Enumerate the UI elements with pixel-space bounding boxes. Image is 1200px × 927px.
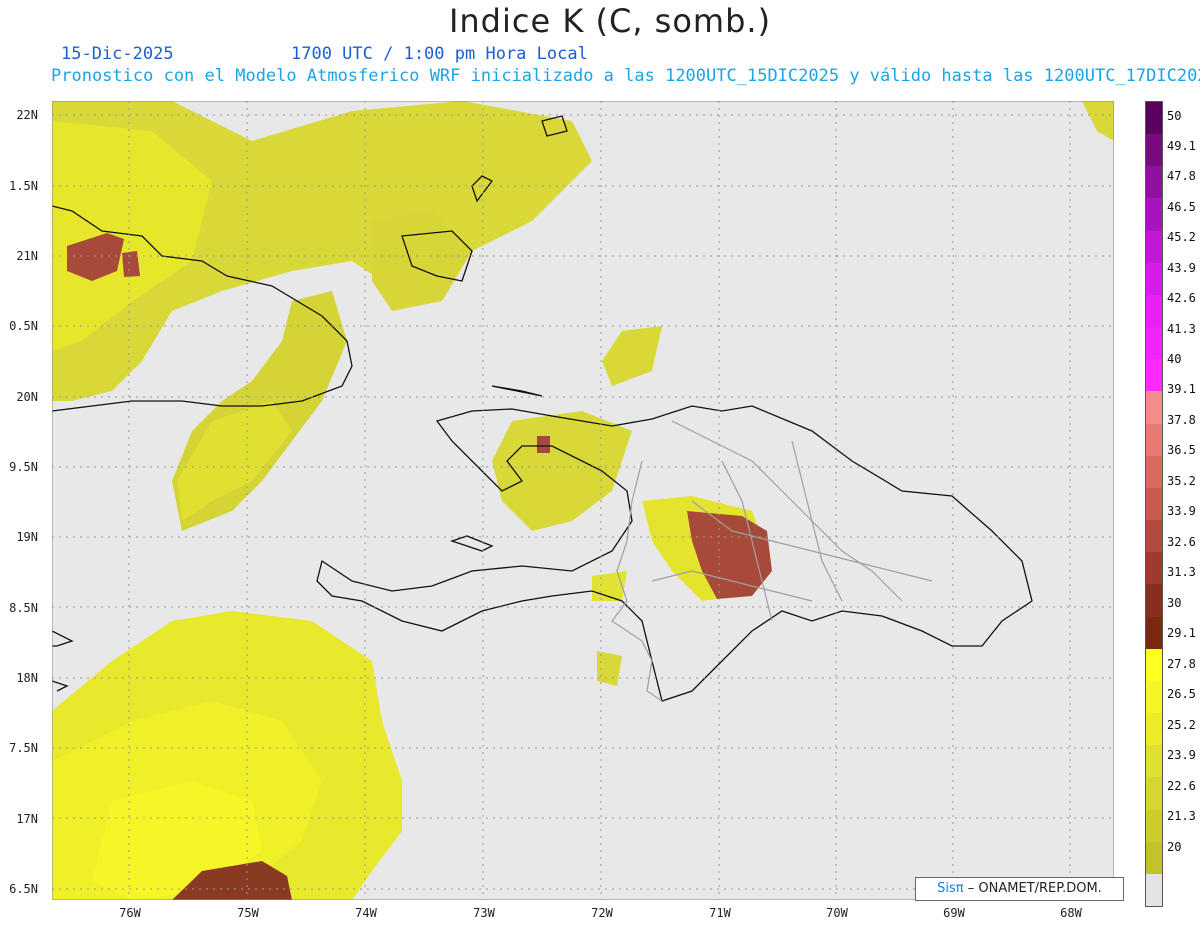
lat-label: 6.5N (9, 882, 38, 896)
color-scale-swatch (1146, 552, 1162, 585)
lon-label: 76W (119, 906, 141, 920)
color-scale-swatch (1146, 262, 1162, 296)
color-scale-value: 39.1 (1167, 382, 1196, 396)
color-scale-value: 43.9 (1167, 261, 1196, 275)
color-scale-swatch (1146, 294, 1162, 328)
color-scale-swatch (1146, 648, 1162, 682)
lon-label: 68W (1060, 906, 1082, 920)
k-index-map (52, 101, 1114, 900)
color-scale-value: 27.8 (1167, 657, 1196, 671)
lon-label: 72W (591, 906, 613, 920)
color-scale-value: 22.6 (1167, 779, 1196, 793)
lat-label: 19N (16, 530, 38, 544)
color-scale-value: 50 (1167, 109, 1182, 123)
color-scale-swatch (1146, 102, 1162, 135)
lat-label: 0.5N (9, 319, 38, 333)
credit-brand: Sisπ (937, 881, 964, 896)
lon-label: 75W (237, 906, 259, 920)
color-scale-swatch (1146, 134, 1162, 167)
forecast-time: 1700 UTC / 1:00 pm Hora Local (291, 44, 588, 64)
color-scale-swatch (1146, 423, 1162, 457)
color-scale-swatch (1146, 584, 1162, 618)
lon-label: 73W (473, 906, 495, 920)
color-scale-swatch (1146, 359, 1162, 392)
color-scale-value: 25.2 (1167, 718, 1196, 732)
forecast-date: 15-Dic-2025 (61, 44, 174, 64)
color-scale-swatch (1146, 198, 1162, 232)
lat-label: 21N (16, 249, 38, 263)
model-description: Pronostico con el Modelo Atmosferico WRF… (51, 66, 1200, 86)
color-scale-value: 45.2 (1167, 230, 1196, 244)
lon-label: 70W (826, 906, 848, 920)
lat-label: 22N (16, 108, 38, 122)
color-scale-swatch (1146, 841, 1162, 875)
color-scale-value: 41.3 (1167, 322, 1196, 336)
color-scale-swatch (1146, 680, 1162, 714)
lon-label: 69W (943, 906, 965, 920)
credit-box: Sisπ – ONAMET/REP.DOM. (915, 877, 1124, 901)
lon-label: 74W (355, 906, 377, 920)
color-scale-value: 29.1 (1167, 626, 1196, 640)
color-scale-swatch (1146, 230, 1162, 264)
color-scale-swatch (1146, 520, 1162, 553)
color-scale-swatch (1146, 487, 1162, 521)
color-scale-swatch (1146, 745, 1162, 778)
lat-label: 7.5N (9, 741, 38, 755)
color-scale-swatch (1146, 391, 1162, 425)
color-scale-value: 47.8 (1167, 169, 1196, 183)
color-scale-value: 36.5 (1167, 443, 1196, 457)
lat-label: 18N (16, 671, 38, 685)
map-title: Indice K (C, somb.) (448, 2, 772, 40)
color-scale-swatch (1146, 873, 1162, 907)
color-scale-value: 20 (1167, 840, 1182, 854)
color-scale-value: 30 (1167, 596, 1182, 610)
color-scale-swatch (1146, 777, 1162, 811)
lat-label: 20N (16, 390, 38, 404)
color-scale-value: 37.8 (1167, 413, 1196, 427)
color-scale-swatch (1146, 455, 1162, 489)
color-scale-swatch (1146, 713, 1162, 746)
color-scale-value: 31.3 (1167, 565, 1196, 579)
color-scale-bar (1145, 101, 1163, 907)
color-scale-value: 46.5 (1167, 200, 1196, 214)
lon-label: 71W (709, 906, 731, 920)
color-scale-value: 42.6 (1167, 291, 1196, 305)
color-scale-swatch (1146, 166, 1162, 199)
lat-label: 17N (16, 812, 38, 826)
color-scale-swatch (1146, 809, 1162, 843)
color-scale-value: 35.2 (1167, 474, 1196, 488)
color-scale-value: 32.6 (1167, 535, 1196, 549)
lat-label: 9.5N (9, 460, 38, 474)
color-scale-value: 23.9 (1167, 748, 1196, 762)
color-scale-value: 33.9 (1167, 504, 1196, 518)
color-scale-value: 40 (1167, 352, 1182, 366)
color-scale-value: 21.3 (1167, 809, 1196, 823)
lat-label: 1.5N (9, 179, 38, 193)
credit-text: – ONAMET/REP.DOM. (967, 881, 1102, 896)
color-scale-swatch (1146, 616, 1162, 650)
color-scale-value: 26.5 (1167, 687, 1196, 701)
color-scale-swatch (1146, 327, 1162, 360)
lat-label: 8.5N (9, 601, 38, 615)
color-scale-value: 49.1 (1167, 139, 1196, 153)
